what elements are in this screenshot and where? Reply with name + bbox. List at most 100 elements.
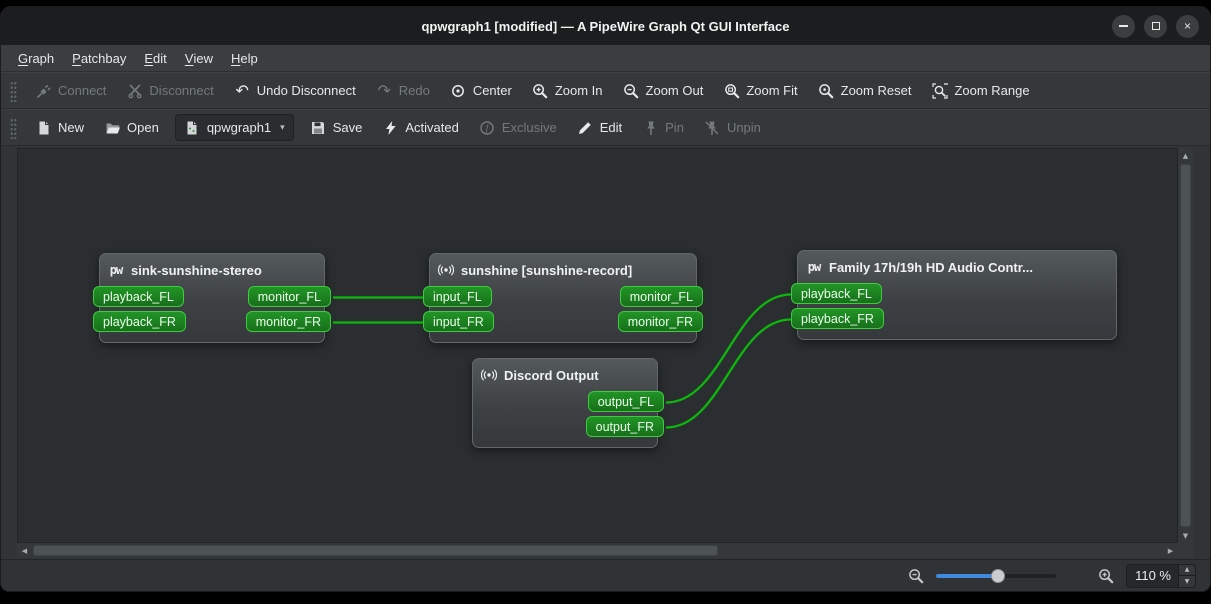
maximize-button[interactable] — [1144, 14, 1167, 38]
input-port[interactable]: playback_FR — [93, 311, 186, 332]
toolbar-drag-handle[interactable] — [10, 79, 17, 102]
toolbar-button-zoom-in[interactable]: Zoom In — [523, 77, 612, 104]
edit-pencil-icon — [577, 119, 594, 136]
input-port[interactable]: playback_FL — [93, 286, 184, 307]
toolbar-button-redo[interactable]: ↷ Redo — [367, 77, 439, 104]
toolbar-label-zoom-reset: Zoom Reset — [840, 83, 912, 98]
zoom-range-icon — [931, 82, 948, 99]
node-header: pw sink-sunshine-stereo — [108, 259, 316, 281]
node-title: Discord Output — [504, 367, 599, 383]
node-discord[interactable]: Discord Output output_FL output_FR — [472, 358, 664, 448]
zoom-spinbox[interactable]: 110 % ▲ ▼ — [1126, 563, 1196, 588]
menu-help[interactable]: Help — [222, 45, 267, 71]
toolbar-label-redo: Redo — [398, 83, 430, 98]
scroll-left-arrow-icon[interactable]: ◀ — [17, 543, 32, 558]
chevron-down-icon: ▾ — [280, 122, 285, 133]
zoom-slider-handle[interactable] — [991, 568, 1006, 583]
zoom-increment-button[interactable]: ▲ — [1179, 564, 1195, 576]
node-header: sunshine [sunshine-record] — [438, 259, 688, 281]
toolbar-label-undo-disconnect: Undo Disconnect — [256, 83, 356, 98]
toolbar-button-zoom-out[interactable]: Zoom Out — [614, 77, 713, 104]
menu-patchbay[interactable]: Patchbay — [63, 45, 135, 71]
toolbar-button-disconnect[interactable]: Disconnect — [117, 77, 222, 104]
toolbar-button-zoom-fit[interactable]: Zoom Fit — [714, 77, 806, 104]
menu-graph[interactable]: Graph — [9, 45, 63, 71]
redo-icon: ↷ — [377, 80, 391, 100]
titlebar[interactable]: qpwgraph1 [modified] — A PipeWire Graph … — [1, 7, 1210, 45]
output-port[interactable]: monitor_FR — [617, 311, 703, 332]
toolbar-button-pin[interactable]: Pin — [633, 114, 693, 141]
close-button[interactable]: × — [1176, 14, 1199, 38]
patchbay-toolbar: New Open qpwgraph1 ▾ Save Activated f Exclusive… — [1, 109, 1210, 146]
save-icon — [310, 119, 327, 136]
menu-view[interactable]: View — [176, 45, 222, 71]
menu-edit[interactable]: Edit — [135, 45, 175, 71]
exclusive-icon: f — [479, 119, 496, 136]
zoom-spin-arrows: ▲ ▼ — [1178, 564, 1195, 587]
vertical-scroll-thumb[interactable] — [1180, 164, 1191, 527]
scrollbar-corner — [1178, 543, 1193, 558]
toolbar-drag-handle[interactable] — [10, 116, 17, 139]
port-row: playback_FR — [791, 306, 1108, 331]
minimize-button[interactable] — [1112, 14, 1135, 38]
scroll-right-arrow-icon[interactable]: ▶ — [1163, 543, 1178, 558]
zoom-out-icon[interactable] — [908, 568, 924, 584]
toolbar-button-undo-disconnect[interactable]: ↶ Undo Disconnect — [225, 77, 365, 104]
patchbay-selector[interactable]: qpwgraph1 ▾ — [174, 114, 294, 141]
toolbar-button-activated[interactable]: Activated — [373, 114, 467, 141]
disconnect-icon — [126, 82, 143, 99]
zoom-fit-icon — [723, 82, 740, 99]
toolbar-button-edit[interactable]: Edit — [568, 114, 631, 141]
pin-icon — [642, 119, 659, 136]
output-port[interactable]: output_FR — [585, 416, 664, 437]
input-port[interactable]: input_FR — [423, 311, 494, 332]
port-row: playback_FL monitor_FL — [93, 284, 331, 309]
toolbar-label-pin: Pin — [665, 120, 684, 135]
toolbar-button-center[interactable]: Center — [441, 77, 521, 104]
zoom-in-icon[interactable] — [1098, 568, 1114, 584]
toolbar-button-zoom-range[interactable]: Zoom Range — [922, 77, 1038, 104]
toolbar-button-exclusive[interactable]: f Exclusive — [470, 114, 566, 141]
new-doc-icon — [35, 119, 52, 136]
toolbar-label-zoom-out: Zoom Out — [645, 83, 704, 98]
node-sunshine[interactable]: sunshine [sunshine-record] input_FL monito… — [423, 253, 703, 343]
node-family[interactable]: pw Family 17h/19h HD Audio Contr... playba… — [791, 250, 1117, 340]
toolbar-label-zoom-in: Zoom In — [554, 83, 603, 98]
input-port[interactable]: input_FL — [423, 286, 492, 307]
toolbar-button-unpin[interactable]: Unpin — [695, 114, 770, 141]
node-title: sunshine [sunshine-record] — [461, 262, 633, 278]
input-port[interactable]: playback_FR — [791, 308, 884, 329]
toolbar-label-connect: Connect — [58, 83, 107, 98]
scroll-up-arrow-icon[interactable]: ▲ — [1178, 148, 1193, 163]
port-row: output_FR — [481, 414, 664, 439]
qpwgraph-window: qpwgraph1 [modified] — A PipeWire Graph … — [0, 6, 1211, 592]
toolbar-label-qpwgraph1: qpwgraph1 — [206, 120, 272, 135]
toolbar-label-center: Center — [472, 83, 512, 98]
toolbar-button-save[interactable]: Save — [301, 114, 372, 141]
toolbar-button-open[interactable]: Open — [95, 114, 168, 141]
graph-canvas[interactable]: pw sink-sunshine-stereo playback_FL monitor… — [17, 148, 1178, 543]
output-port[interactable]: output_FL — [587, 391, 664, 412]
toolbar-button-new[interactable]: New — [26, 114, 93, 141]
horizontal-scrollbar[interactable]: ◀ ▶ — [17, 543, 1178, 558]
canvas-area: pw sink-sunshine-stereo playback_FL monitor… — [1, 146, 1210, 559]
zoom-slider[interactable] — [936, 568, 1057, 583]
scroll-down-arrow-icon[interactable]: ▼ — [1178, 528, 1193, 543]
output-port[interactable]: monitor_FL — [619, 286, 703, 307]
node-sink[interactable]: pw sink-sunshine-stereo playback_FL monitor… — [93, 253, 331, 343]
vertical-scrollbar[interactable]: ▲ ▼ — [1178, 148, 1193, 543]
toolbar-button-zoom-reset[interactable]: Zoom Reset — [809, 77, 921, 104]
window-title: qpwgraph1 [modified] — A PipeWire Graph … — [421, 18, 790, 34]
output-port[interactable]: monitor_FR — [245, 311, 331, 332]
toolbar-button-connect[interactable]: Connect — [26, 77, 115, 104]
pipewire-icon: pw — [807, 260, 821, 274]
menubar: Graph Patchbay Edit View Help — [1, 45, 1210, 72]
zoom-out-icon — [623, 82, 640, 99]
undo-icon: ↶ — [235, 80, 249, 100]
input-port[interactable]: playback_FL — [791, 283, 882, 304]
horizontal-scroll-thumb[interactable] — [33, 545, 718, 556]
zoom-reset-icon — [818, 82, 835, 99]
output-port[interactable]: monitor_FL — [247, 286, 331, 307]
zoom-decrement-button[interactable]: ▼ — [1179, 576, 1195, 587]
port-row: playback_FL — [791, 281, 1108, 306]
